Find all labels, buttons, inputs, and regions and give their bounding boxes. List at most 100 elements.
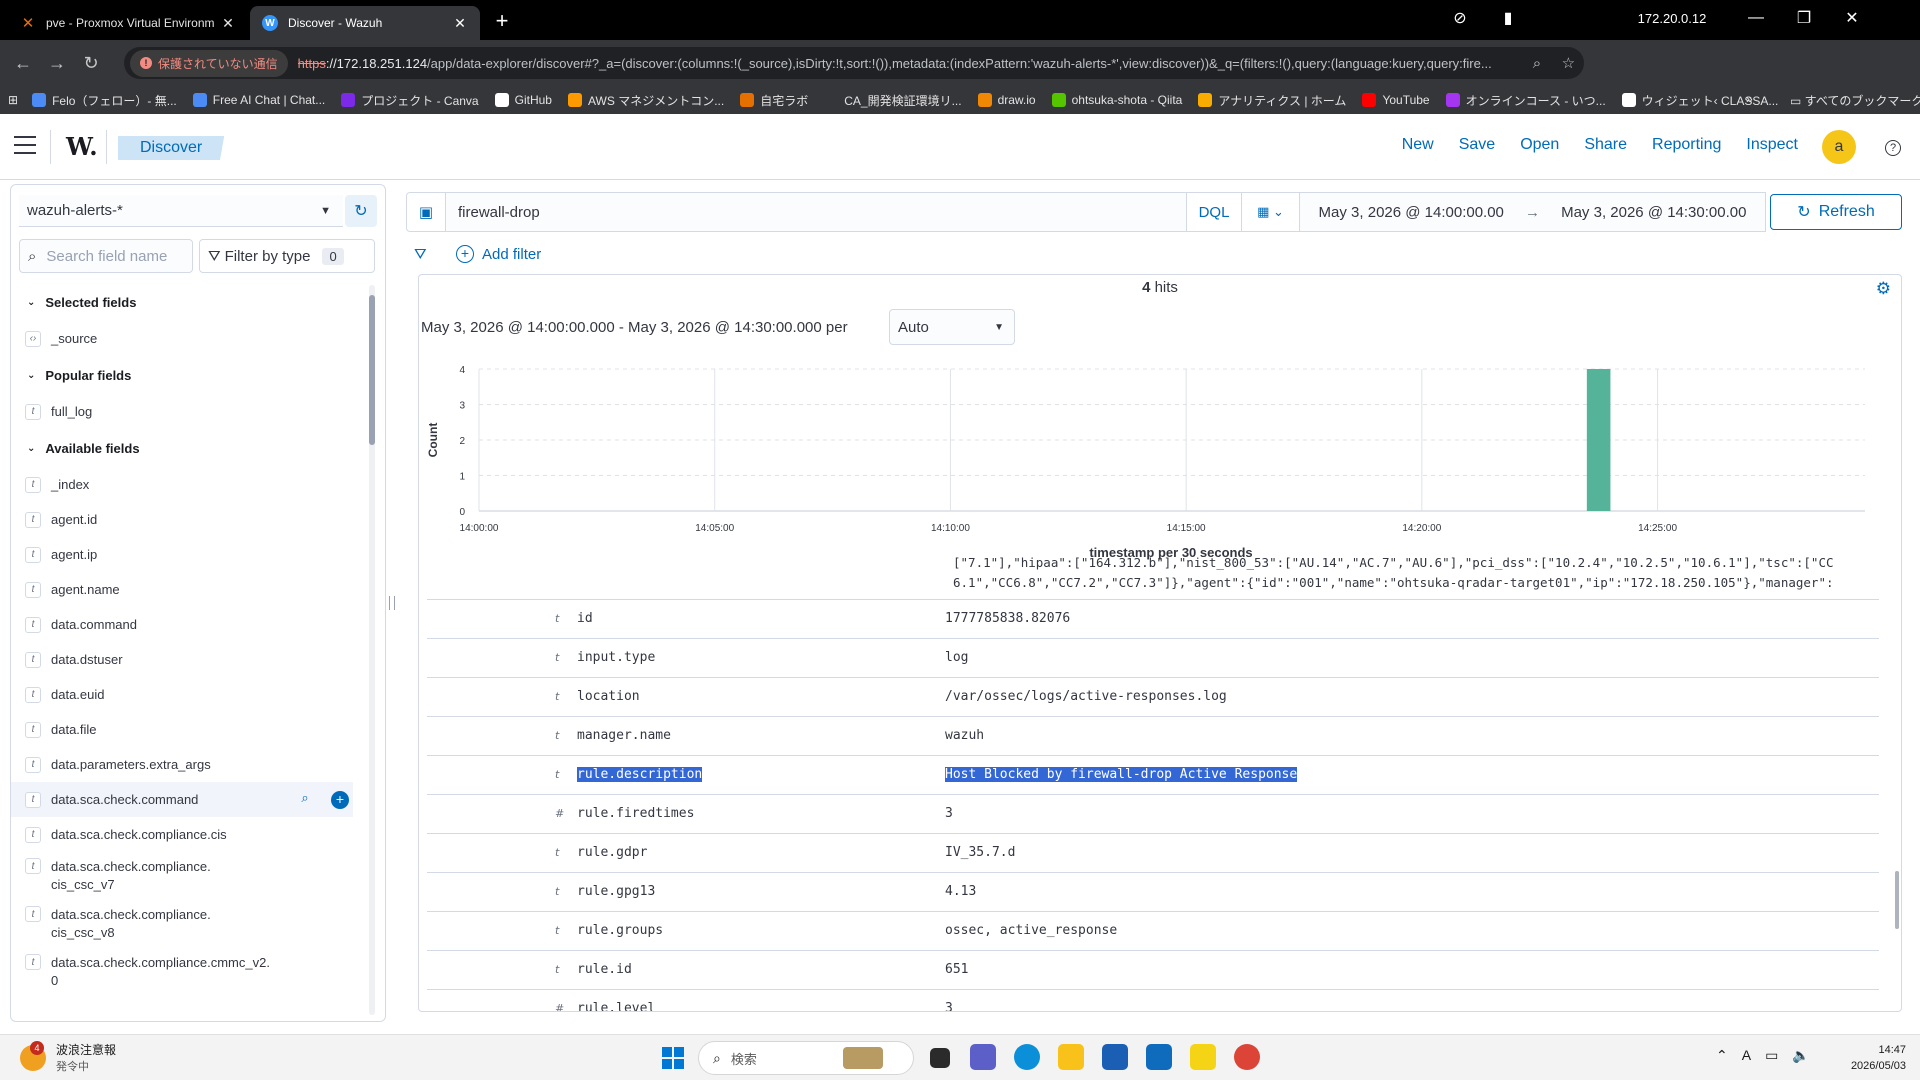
field-item[interactable]: t data.command: [11, 607, 371, 642]
inspect-button[interactable]: Inspect: [1746, 136, 1798, 154]
no-cast-icon[interactable]: ⊘: [1436, 8, 1484, 28]
help-icon[interactable]: ?: [1885, 140, 1901, 156]
saved-query-icon[interactable]: ▣: [406, 192, 446, 232]
windows-start-icon[interactable]: [662, 1047, 684, 1069]
minimize-button[interactable]: —: [1732, 9, 1780, 27]
zoom-icon[interactable]: ⌕: [1521, 55, 1552, 72]
clock[interactable]: 14:47 2026/05/03: [1822, 1042, 1906, 1074]
add-field-button[interactable]: +: [331, 791, 349, 809]
section-selected-fields[interactable]: ⌄ Selected fields: [11, 283, 371, 321]
scrollbar-thumb[interactable]: [1895, 871, 1899, 929]
field-item[interactable]: t agent.name: [11, 572, 371, 607]
bookmark-item[interactable]: draw.io: [977, 92, 1036, 109]
user-avatar[interactable]: a: [1822, 130, 1856, 164]
close-icon[interactable]: ✕: [220, 15, 236, 32]
wazuh-logo[interactable]: W.: [66, 132, 98, 161]
browser-tab-wazuh[interactable]: W Discover - Wazuh ✕: [250, 6, 480, 40]
query-language-toggle[interactable]: DQL: [1186, 192, 1242, 232]
field-item[interactable]: t full_log: [11, 394, 371, 429]
typora-icon[interactable]: [1190, 1044, 1216, 1070]
bookmark-item[interactable]: Felo（フェロー）- 無...: [32, 92, 177, 109]
url-bar[interactable]: ! 保護されていない通信 https://172.18.251.124/app/…: [124, 47, 1584, 79]
restore-button[interactable]: ❐: [1780, 8, 1828, 28]
apps-grid-icon[interactable]: ⊞: [8, 93, 18, 107]
hits-number: 4: [1142, 279, 1151, 296]
field-item[interactable]: t _index: [11, 467, 371, 502]
field-item[interactable]: t data.sca.check.compliance.cis: [11, 817, 371, 852]
open-button[interactable]: Open: [1520, 136, 1559, 154]
store-icon[interactable]: [1102, 1044, 1128, 1070]
ime-icon[interactable]: A: [1742, 1047, 1751, 1064]
chrome-icon[interactable]: [1234, 1044, 1260, 1070]
refresh-button[interactable]: ↻ Refresh: [1770, 194, 1902, 230]
field-item[interactable]: t data.dstuser: [11, 642, 371, 677]
end-date[interactable]: May 3, 2026 @ 14:30:00.00: [1561, 204, 1746, 221]
breadcrumb-discover[interactable]: Discover: [118, 136, 225, 160]
bookmark-item[interactable]: CA_開発検証環境リ...: [824, 92, 962, 109]
start-date[interactable]: May 3, 2026 @ 14:00:00.00: [1319, 204, 1504, 221]
bookmark-item[interactable]: AWS マネジメントコン...: [567, 92, 724, 109]
bookmark-item[interactable]: YouTube: [1362, 92, 1430, 109]
save-button[interactable]: Save: [1459, 136, 1495, 154]
bookmark-item[interactable]: Free AI Chat | Chat...: [192, 92, 325, 109]
field-item[interactable]: t data.file: [11, 712, 371, 747]
edge-icon[interactable]: [1014, 1044, 1040, 1070]
forward-arrow-icon[interactable]: →: [40, 53, 74, 74]
bookmark-item[interactable]: オンラインコース - いつ...: [1445, 92, 1606, 109]
section-available-fields[interactable]: ⌄ Available fields: [11, 429, 371, 467]
date-quick-menu[interactable]: ▦ ⌄: [1242, 192, 1300, 232]
field-item[interactable]: t data.sca.check.compliance. cis_csc_v7: [11, 852, 371, 900]
scrollbar-thumb[interactable]: [369, 295, 375, 445]
arrow-right-icon: →: [1525, 203, 1540, 221]
filter-icon[interactable]: ⛛: [414, 246, 434, 263]
weather-widget[interactable]: 4 波浪注意報 発令中: [20, 1040, 116, 1074]
bookmark-star-icon[interactable]: ☆: [1553, 54, 1584, 72]
field-item[interactable]: t data.parameters.extra_args: [11, 747, 371, 782]
share-button[interactable]: Share: [1584, 136, 1627, 154]
index-pattern-select[interactable]: wazuh-alerts-* ▼: [19, 195, 343, 227]
field-search-input[interactable]: ⌕ Search field name: [19, 239, 193, 273]
refresh-icon[interactable]: ↻: [345, 195, 377, 227]
field-item[interactable]: t agent.ip: [11, 537, 371, 572]
hamburger-menu-icon[interactable]: [14, 136, 36, 154]
query-input[interactable]: firewall-drop: [446, 192, 1186, 232]
new-button[interactable]: New: [1402, 136, 1434, 154]
reload-icon[interactable]: ↻: [74, 53, 108, 74]
network-icon[interactable]: ▭: [1765, 1047, 1778, 1064]
inspect-field-icon[interactable]: ⌕: [295, 790, 315, 810]
insecure-badge[interactable]: ! 保護されていない通信: [130, 49, 288, 77]
field-item[interactable]: t agent.id: [11, 502, 371, 537]
bookmark-item[interactable]: ohtsuka-shota - Qiita: [1051, 92, 1182, 109]
field-item[interactable]: ‹› _source: [11, 321, 371, 356]
outlook-icon[interactable]: [1146, 1044, 1172, 1070]
add-filter-button[interactable]: Add filter: [482, 246, 541, 263]
teams-icon[interactable]: [970, 1044, 996, 1070]
section-popular-fields[interactable]: ⌄ Popular fields: [11, 356, 371, 394]
bookmark-item[interactable]: アナリティクス | ホーム: [1198, 92, 1346, 109]
close-icon[interactable]: ✕: [452, 15, 468, 32]
taskbar-search[interactable]: ⌕ 検索: [698, 1041, 914, 1075]
volume-icon[interactable]: 🔈: [1792, 1047, 1809, 1064]
field-item[interactable]: t data.sca.check.compliance.cmmc_v2. 0: [11, 948, 371, 996]
bookmark-item[interactable]: GitHub: [494, 92, 552, 109]
field-item[interactable]: t data.sca.check.command ⌕ +: [11, 782, 353, 817]
bookmark-item[interactable]: プロジェクト - Canva: [341, 92, 479, 109]
back-arrow-icon[interactable]: ←: [6, 53, 40, 74]
interval-select[interactable]: Auto ▼: [889, 309, 1015, 345]
filter-by-type-button[interactable]: ⛛ Filter by type 0: [199, 239, 375, 273]
reporting-button[interactable]: Reporting: [1652, 136, 1721, 154]
panel-resize-handle[interactable]: [389, 596, 395, 610]
chevron-up-icon[interactable]: ⌃: [1716, 1047, 1728, 1064]
task-view-icon[interactable]: [930, 1048, 950, 1068]
bookmark-item[interactable]: ウィジェット‹ CLASSA...: [1621, 92, 1778, 109]
file-explorer-icon[interactable]: [1058, 1044, 1084, 1070]
bookmarks-more-icon[interactable]: »: [1746, 92, 1753, 106]
field-item[interactable]: t data.sca.check.compliance. cis_csc_v8: [11, 900, 371, 948]
field-item[interactable]: t data.euid: [11, 677, 371, 712]
browser-tab-proxmox[interactable]: ✕ pve - Proxmox Virtual Environm ✕: [8, 6, 248, 40]
gear-icon[interactable]: ⚙: [1876, 279, 1891, 299]
close-window-button[interactable]: ✕: [1828, 8, 1876, 28]
bookmark-item[interactable]: 自宅ラボ: [740, 92, 808, 109]
new-tab-button[interactable]: +: [490, 8, 514, 34]
all-bookmarks-link[interactable]: ▭ すべてのブックマーク: [1790, 92, 1920, 109]
